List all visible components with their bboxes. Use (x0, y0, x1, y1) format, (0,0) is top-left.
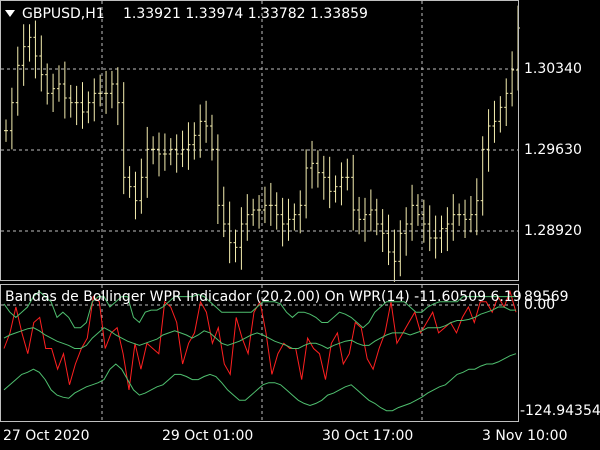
indicator-header[interactable]: Bandas de Bollinger WPR Indicador (20,2.… (5, 289, 522, 305)
symbol-label[interactable]: GBPUSD,H1 (22, 6, 105, 22)
price-label-1: 1.30340 (524, 61, 582, 77)
triangle-down-icon[interactable] (5, 10, 15, 17)
time-label-4: 3 Nov 10:00 (482, 428, 568, 444)
indicator-zero-label: 0.00 (524, 297, 556, 313)
ohlc-values: 1.33921 1.33974 1.33782 1.33859 (123, 6, 368, 22)
chart-terminal[interactable] (0, 0, 600, 450)
price-label-2: 1.29630 (524, 142, 582, 158)
indicator-bottom-label: -124.94354 (520, 403, 600, 419)
time-label-1: 27 Oct 2020 (3, 428, 90, 444)
time-label-3: 30 Oct 17:00 (322, 428, 414, 444)
time-label-2: 29 Oct 01:00 (162, 428, 254, 444)
price-label-3: 1.28920 (524, 223, 582, 239)
